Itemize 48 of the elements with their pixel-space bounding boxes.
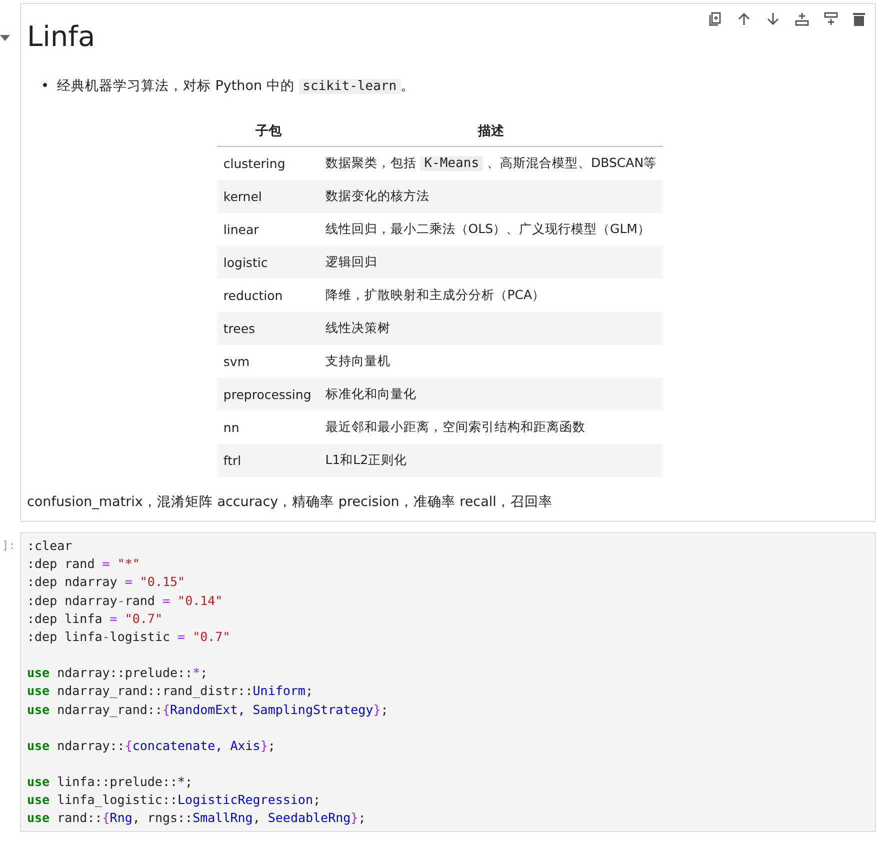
- table-cell: logistic: [217, 246, 320, 279]
- code-editor[interactable]: [20, 532, 876, 832]
- table-cell: 支持向量机: [319, 345, 663, 378]
- table-cell: 数据变化的核方法: [319, 180, 663, 213]
- table-cell: 线性回归，最小二乘法（OLS）、广义现行模型（GLM）: [319, 213, 663, 246]
- code-line: :dep ndarray = "0.15": [27, 573, 186, 592]
- column-header: 描述: [319, 116, 663, 146]
- table-cell: 线性决策树: [319, 312, 663, 345]
- bullet-item: 经典机器学习算法，对标 Python 中的 scikit-learn 。: [56, 77, 415, 96]
- table-cell: 最近邻和最小距离，空间索引结构和距离函数: [319, 411, 663, 444]
- table-cell: 数据聚类，包括 K-Means 、高斯混合模型、DBSCAN等: [319, 146, 663, 180]
- bullet-marker: •: [41, 77, 49, 96]
- code-line: use ndarray::{concatenate, Axis};: [27, 736, 276, 755]
- table-cell: trees: [217, 312, 320, 345]
- table-cell: clustering: [217, 146, 320, 180]
- table-cell: linear: [217, 213, 320, 246]
- table-cell: nn: [217, 411, 320, 444]
- table-cell: reduction: [217, 279, 320, 312]
- code-line: use ndarray_rand::rand_distr::Uniform;: [27, 682, 314, 700]
- code-line: :dep linfa = "0.7": [27, 610, 164, 628]
- table-cell: 逻辑回归: [319, 246, 663, 279]
- insert-below-icon[interactable]: [824, 12, 838, 26]
- table-cell: ftrl: [217, 444, 320, 477]
- table-cell: 降维，扩散映射和主成分分析（PCA）: [319, 279, 663, 312]
- table-cell: preprocessing: [217, 378, 320, 411]
- code-line: :clear: [27, 537, 74, 555]
- code-line: use linfa::prelude::*;: [27, 773, 194, 792]
- heading: Linfa: [27, 20, 96, 54]
- code-line: use linfa_logistic::LogisticRegression;: [27, 791, 322, 810]
- insert-above-icon[interactable]: [795, 12, 809, 26]
- code-line: :dep ndarray-rand = "0.14": [27, 592, 224, 610]
- table-cell: L1和L2正则化: [319, 444, 663, 477]
- code-line: :dep linfa-logistic = "0.7": [27, 628, 232, 646]
- arrow-down-icon[interactable]: [766, 12, 780, 26]
- code-line: :dep rand = "*": [27, 555, 141, 574]
- code-line: use rand::{Rng, rngs::SmallRng, SeedableRng};: [27, 809, 367, 828]
- cell-prompt: ]:: [2, 538, 16, 554]
- duplicate-icon[interactable]: [708, 12, 722, 26]
- paragraph: confusion_matrix，混淆矩阵 accuracy，精确率 precision，准确率 recall，召回率: [27, 493, 554, 511]
- collapse-caret-icon[interactable]: [0, 35, 10, 41]
- arrow-up-icon[interactable]: [737, 12, 751, 26]
- table-cell: svm: [217, 345, 320, 378]
- table-cell: kernel: [217, 180, 320, 213]
- column-header: 子包: [217, 116, 320, 146]
- delete-icon[interactable]: [853, 12, 865, 26]
- code-line: use ndarray::prelude::*;: [27, 664, 209, 682]
- code-line: use ndarray_rand::{RandomExt, SamplingStrategy};: [27, 700, 390, 719]
- table-cell: 标准化和向量化: [319, 378, 663, 411]
